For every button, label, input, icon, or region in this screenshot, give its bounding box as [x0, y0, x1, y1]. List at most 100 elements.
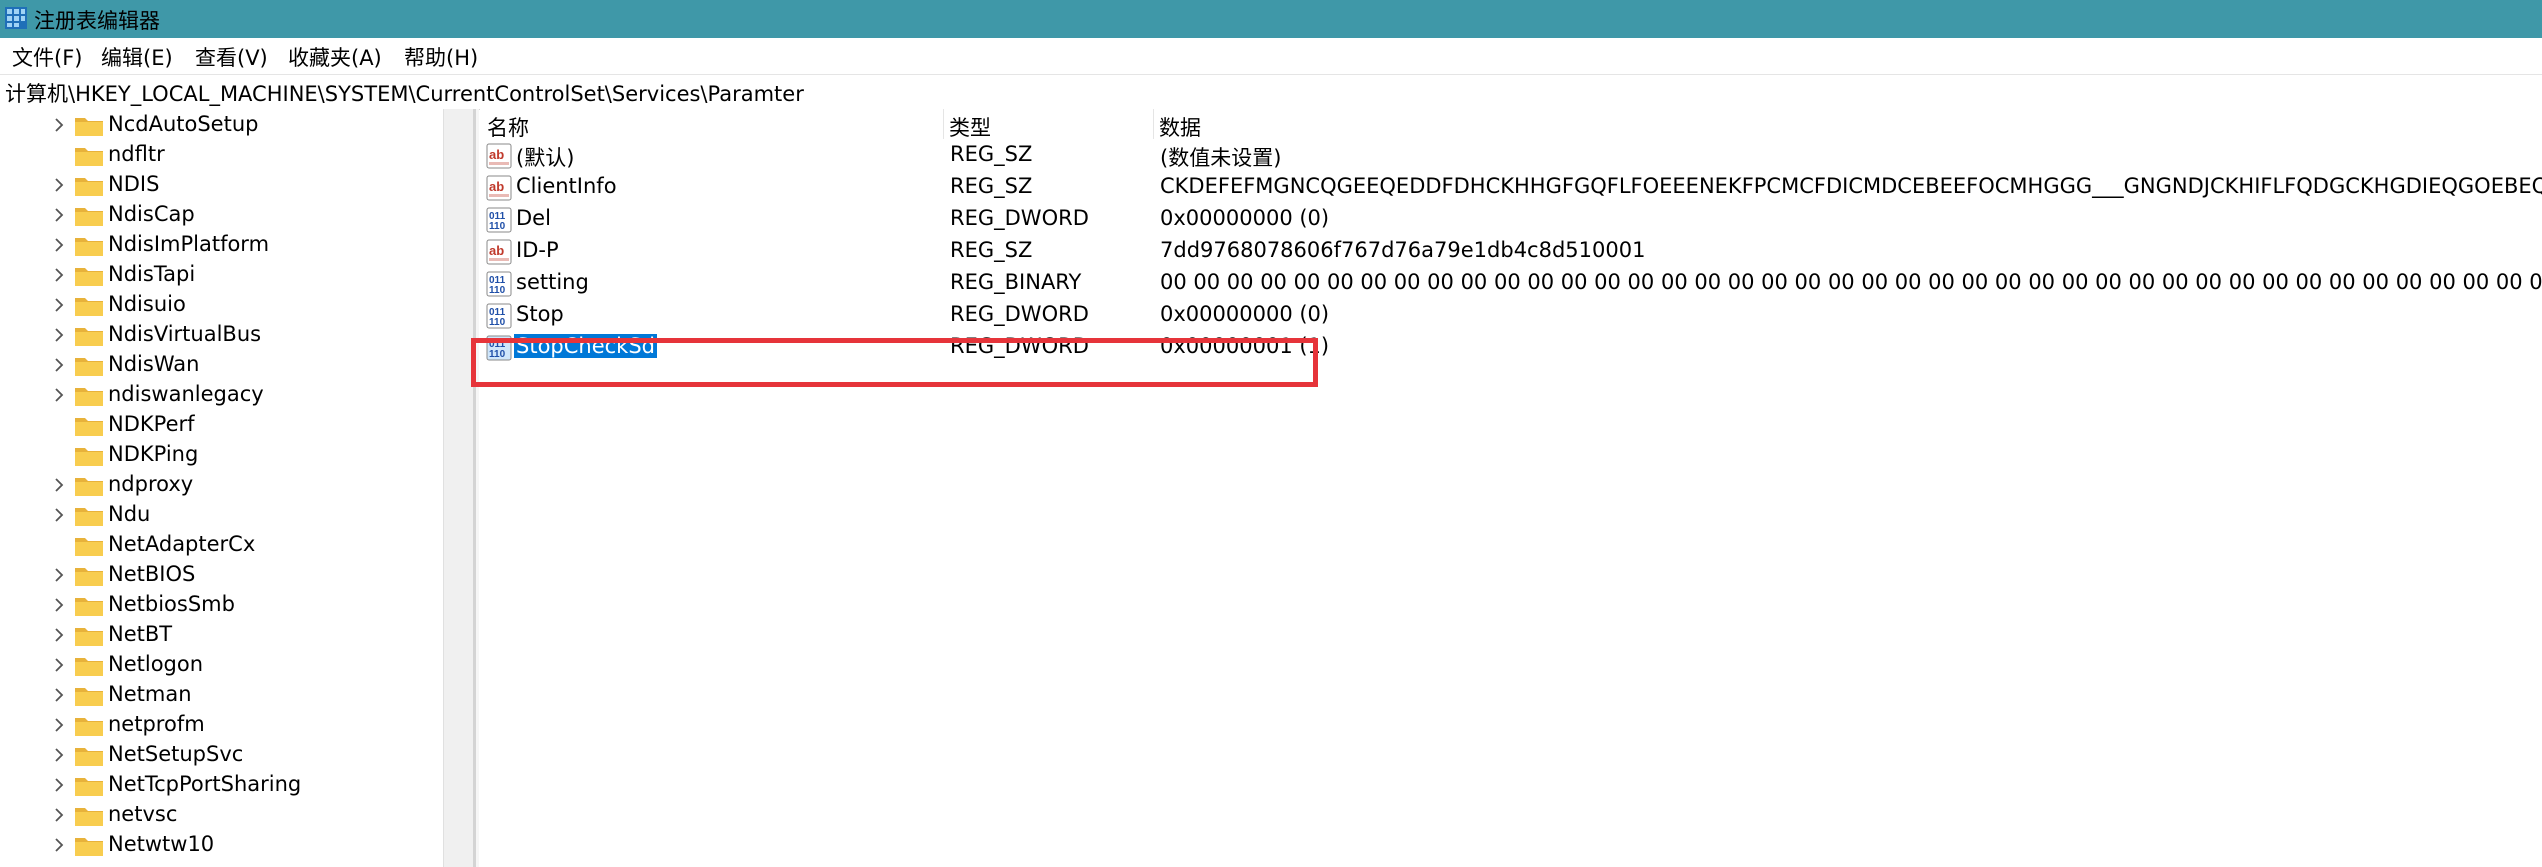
tree-item[interactable]: NetbiosSmb: [0, 590, 443, 620]
tree-item[interactable]: NdisImPlatform: [0, 230, 443, 260]
tree-scrollbar[interactable]: [443, 109, 474, 867]
column-divider[interactable]: [943, 109, 944, 139]
tree-item[interactable]: NdisVirtualBus: [0, 320, 443, 350]
value-name: Stop: [516, 302, 564, 326]
chevron-right-icon[interactable]: [52, 506, 66, 524]
chevron-right-icon[interactable]: [52, 686, 66, 704]
tree-item[interactable]: NdisCap: [0, 200, 443, 230]
value-data: 7dd9768078606f767d76a79e1db4c8d510001: [1160, 238, 1646, 262]
address-bar[interactable]: 计算机\HKEY_LOCAL_MACHINE\SYSTEM\CurrentCon…: [0, 74, 2542, 110]
value-row[interactable]: 011 110 setting REG_BINARY 00 00 00 00 00 00…: [480, 267, 2542, 299]
tree-item[interactable]: NDIS: [0, 170, 443, 200]
tree-item-label: NetbiosSmb: [108, 592, 235, 616]
tree-item-label: NdisCap: [108, 202, 195, 226]
tree-item[interactable]: netprofm: [0, 710, 443, 740]
value-data: 0x00000000 (0): [1160, 206, 1330, 230]
folder-icon: [74, 355, 104, 377]
chevron-right-icon[interactable]: [52, 746, 66, 764]
chevron-right-icon[interactable]: [52, 236, 66, 254]
tree-item-label: NdisTapi: [108, 262, 196, 286]
tree-item[interactable]: NdisWan: [0, 350, 443, 380]
tree-item[interactable]: Netman: [0, 680, 443, 710]
values-list[interactable]: 名称 类型 数据 ab (默认) REG_SZ (数值未设置) ab ClientInfo…: [480, 109, 2542, 867]
tree-item-label: Netlogon: [108, 652, 204, 676]
tree-item[interactable]: NdisTapi: [0, 260, 443, 290]
chevron-right-icon[interactable]: [52, 356, 66, 374]
column-header-name[interactable]: 名称: [487, 112, 529, 142]
chevron-right-icon[interactable]: [52, 776, 66, 794]
chevron-right-icon[interactable]: [52, 836, 66, 854]
folder-icon: [74, 835, 104, 857]
tree-item[interactable]: NetSetupSvc: [0, 740, 443, 770]
tree-item[interactable]: NDKPing: [0, 440, 443, 470]
tree-item[interactable]: NetAdapterCx: [0, 530, 443, 560]
chevron-right-icon[interactable]: [52, 326, 66, 344]
binary-value-icon: 011 110: [486, 303, 512, 329]
chevron-right-icon[interactable]: [52, 656, 66, 674]
tree-item-label: NetAdapterCx: [108, 532, 256, 556]
folder-icon: [74, 445, 104, 467]
chevron-right-icon[interactable]: [52, 386, 66, 404]
chevron-right-icon[interactable]: [52, 596, 66, 614]
tree-item-label: NdisImPlatform: [108, 232, 270, 256]
tree-item[interactable]: ndfltr: [0, 140, 443, 170]
chevron-right-icon[interactable]: [52, 566, 66, 584]
tree-item[interactable]: Netwtw10: [0, 830, 443, 860]
tree-item[interactable]: NetBT: [0, 620, 443, 650]
tree-item-label: NcdAutoSetup: [108, 112, 259, 136]
folder-icon: [74, 145, 104, 167]
window-title: 注册表编辑器: [34, 9, 160, 33]
folder-icon: [74, 475, 104, 497]
column-header-data[interactable]: 数据: [1159, 112, 1201, 142]
chevron-right-icon[interactable]: [52, 626, 66, 644]
tree-item[interactable]: NetBIOS: [0, 560, 443, 590]
tree-item[interactable]: ndiswanlegacy: [0, 380, 443, 410]
chevron-right-icon[interactable]: [52, 806, 66, 824]
value-row[interactable]: ab ID-P REG_SZ 7dd9768078606f767d76a79e1db4…: [480, 235, 2542, 267]
tree-item[interactable]: Ndu: [0, 500, 443, 530]
chevron-right-icon[interactable]: [52, 716, 66, 734]
menu-view[interactable]: 查看(V): [195, 42, 268, 72]
registry-tree[interactable]: NcdAutoSetup ndfltr NDIS NdisCap NdisImPlatf…: [0, 109, 443, 867]
folder-icon: [74, 595, 104, 617]
chevron-right-icon[interactable]: [52, 206, 66, 224]
address-path[interactable]: 计算机\HKEY_LOCAL_MACHINE\SYSTEM\CurrentCon…: [5, 78, 804, 108]
folder-icon: [74, 175, 104, 197]
tree-item[interactable]: NetTcpPortSharing: [0, 770, 443, 800]
folder-icon: [74, 325, 104, 347]
menu-edit[interactable]: 编辑(E): [101, 42, 173, 72]
menu-file[interactable]: 文件(F): [12, 42, 82, 72]
tree-item[interactable]: NDKPerf: [0, 410, 443, 440]
chevron-right-icon[interactable]: [52, 176, 66, 194]
menu-favorites[interactable]: 收藏夹(A): [288, 42, 382, 72]
svg-text:ab: ab: [489, 147, 504, 162]
folder-icon: [74, 625, 104, 647]
value-row[interactable]: 011 110 Del REG_DWORD 0x00000000 (0): [480, 203, 2542, 235]
chevron-right-icon[interactable]: [52, 296, 66, 314]
tree-item[interactable]: NcdAutoSetup: [0, 110, 443, 140]
folder-icon: [74, 415, 104, 437]
tree-item[interactable]: netvsc: [0, 800, 443, 830]
string-value-icon: ab: [486, 239, 512, 265]
folder-icon: [74, 205, 104, 227]
folder-icon: [74, 265, 104, 287]
tree-item[interactable]: ndproxy: [0, 470, 443, 500]
tree-item[interactable]: Netlogon: [0, 650, 443, 680]
column-divider[interactable]: [1153, 109, 1154, 139]
value-data: 00 00 00 00 00 00 00 00 00 00 00 00 00 0…: [1160, 270, 2542, 294]
tree-item-label: ndproxy: [108, 472, 194, 496]
chevron-right-icon[interactable]: [52, 476, 66, 494]
value-name: Del: [516, 206, 551, 230]
menu-help[interactable]: 帮助(H): [404, 42, 478, 72]
value-row[interactable]: 011 110 Stop REG_DWORD 0x00000000 (0): [480, 299, 2542, 331]
value-name: ClientInfo: [516, 174, 617, 198]
folder-icon: [74, 565, 104, 587]
value-row[interactable]: ab ClientInfo REG_SZ CKDEFEFMGNCQGEEQEDDFDH…: [480, 171, 2542, 203]
chevron-right-icon[interactable]: [52, 116, 66, 134]
folder-icon: [74, 745, 104, 767]
column-header-type[interactable]: 类型: [949, 112, 991, 142]
tree-item-label: NDKPing: [108, 442, 199, 466]
value-row[interactable]: ab (默认) REG_SZ (数值未设置): [480, 139, 2542, 171]
chevron-right-icon[interactable]: [52, 266, 66, 284]
tree-item[interactable]: Ndisuio: [0, 290, 443, 320]
